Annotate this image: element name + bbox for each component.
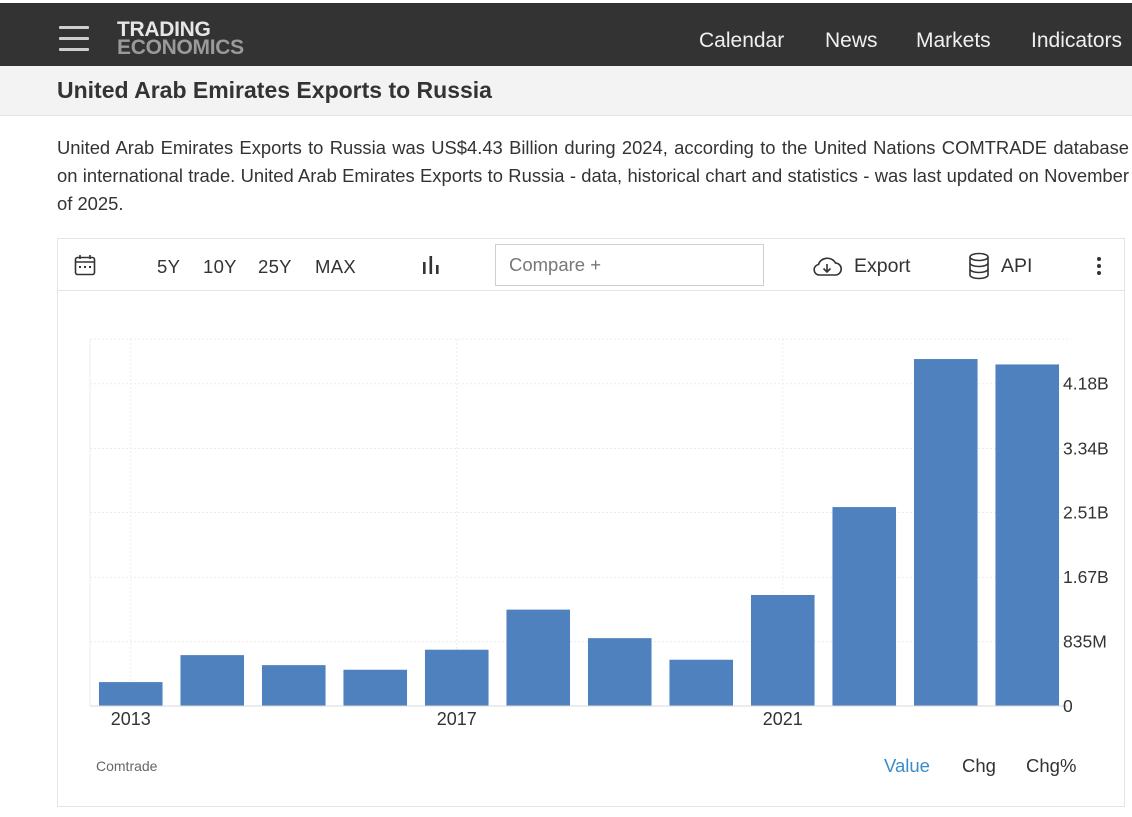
nav-indicators[interactable]: Indicators bbox=[1031, 29, 1122, 53]
x-tick-label: 2013 bbox=[111, 709, 151, 729]
trading-economics-logo[interactable]: TRADING ECONOMICS bbox=[117, 19, 244, 58]
bar-2022 bbox=[832, 507, 897, 706]
tab-chg[interactable]: Chg bbox=[962, 755, 996, 777]
nav-markets[interactable]: Markets bbox=[916, 29, 991, 53]
hamburger-menu-icon[interactable] bbox=[59, 26, 91, 52]
bar-2021 bbox=[750, 594, 815, 706]
chart-card: 5Y 10Y 25Y MAX Export bbox=[57, 238, 1125, 807]
bar-2024 bbox=[995, 364, 1060, 706]
chart-source-label: Comtrade bbox=[96, 758, 158, 774]
bar-2018 bbox=[506, 609, 571, 706]
bar-2023 bbox=[913, 359, 978, 706]
bar-2019 bbox=[587, 638, 652, 706]
nav-news[interactable]: News bbox=[825, 29, 878, 53]
top-navigation-bar: TRADING ECONOMICS Calendar News Markets … bbox=[0, 0, 1132, 66]
bar-2016 bbox=[343, 669, 408, 706]
tab-chg-percent[interactable]: Chg% bbox=[1026, 755, 1076, 777]
bar-2015 bbox=[261, 665, 326, 706]
y-tick-label: 1.67B bbox=[1063, 567, 1109, 587]
bar-2017 bbox=[424, 649, 489, 706]
logo-line-2: ECONOMICS bbox=[117, 36, 244, 59]
page-description: United Arab Emirates Exports to Russia w… bbox=[57, 137, 1129, 214]
y-tick-label: 0 bbox=[1063, 696, 1073, 716]
bar-2020 bbox=[669, 659, 734, 706]
x-tick-label: 2021 bbox=[763, 709, 803, 729]
nav-calendar[interactable]: Calendar bbox=[699, 29, 784, 53]
bar-2013 bbox=[98, 682, 163, 706]
x-tick-label: 2017 bbox=[437, 709, 477, 729]
page-title: United Arab Emirates Exports to Russia bbox=[57, 77, 492, 103]
exports-bar-chart: 0 835M 1.67B 2.51B 3.34B 4.18B 2013 2017 2021 bbox=[89, 338, 1109, 729]
bar-2014 bbox=[180, 655, 245, 706]
y-tick-label: 835M bbox=[1063, 632, 1107, 652]
y-tick-label: 4.18B bbox=[1063, 374, 1109, 394]
y-tick-label: 2.51B bbox=[1063, 502, 1109, 522]
tab-value[interactable]: Value bbox=[884, 755, 930, 777]
y-tick-label: 3.34B bbox=[1063, 438, 1109, 458]
title-bar: United Arab Emirates Exports to Russia bbox=[0, 66, 1132, 116]
